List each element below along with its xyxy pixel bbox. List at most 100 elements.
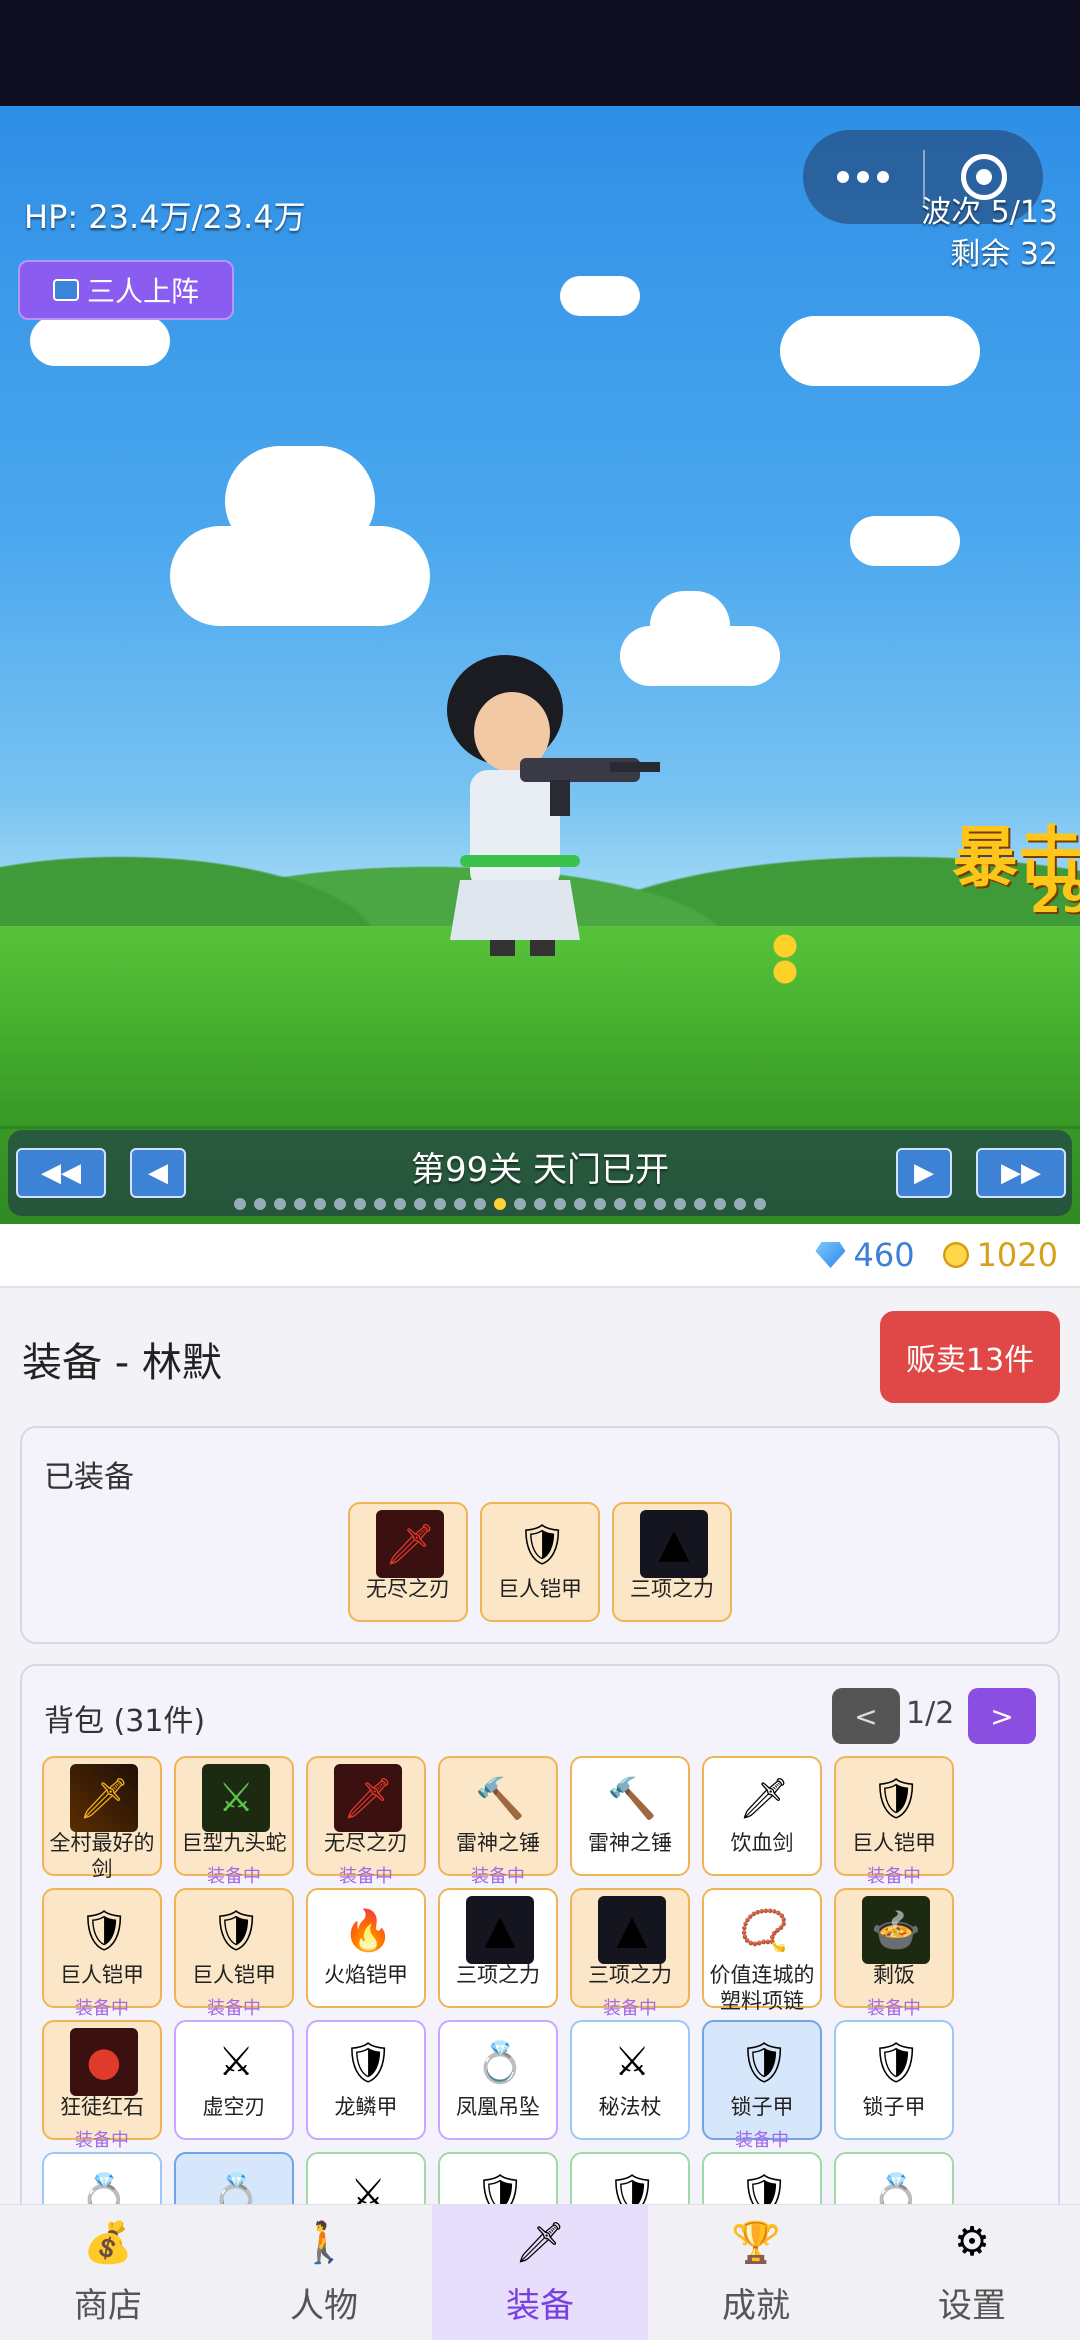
item-slot[interactable]: 📿 价值连城的塑料项链 [702,1888,822,2013]
level-dot[interactable] [734,1198,746,1210]
bag-title: 背包 (31件) [44,1704,206,1739]
level-dot[interactable] [574,1198,586,1210]
level-dot[interactable] [514,1198,526,1210]
level-dot[interactable] [474,1198,486,1210]
level-dot[interactable] [694,1198,706,1210]
level-dot[interactable] [434,1198,446,1210]
level-dot[interactable] [394,1198,406,1210]
bag-prev-page-button[interactable]: < [832,1688,900,1744]
next-level-button[interactable]: ▶ [896,1148,952,1198]
item-slot[interactable]: 🛡 锁子甲 [834,2020,954,2140]
level-dot[interactable] [274,1198,286,1210]
item-slot[interactable]: 🗡 无尽之刃 [348,1502,468,1622]
coin-drop [770,934,800,984]
level-dot[interactable] [414,1198,426,1210]
bag-next-page-button[interactable]: > [968,1688,1036,1744]
item-slot[interactable]: ⚔ 巨型九头蛇 装备中 [174,1756,294,1887]
item-name: 火焰铠甲 [324,1963,408,1987]
item-slot[interactable]: 🔨 雷神之锤 [570,1756,690,1876]
cloud [225,446,375,556]
more-icon[interactable] [803,171,923,183]
item-slot[interactable]: 🛡 巨人铠甲 [480,1502,600,1622]
panel-title: 装备 - 林默 [22,1340,222,1386]
item-slot[interactable]: 🛡 巨人铠甲 装备中 [834,1756,954,1887]
level-dot[interactable] [314,1198,326,1210]
trio-deploy-button[interactable]: 三人上阵 [18,260,234,320]
redstone-icon: ● [70,2028,138,2096]
level-dot[interactable] [714,1198,726,1210]
level-dot[interactable] [554,1198,566,1210]
item-slot[interactable]: ⚔ 虚空刃 [174,2020,294,2140]
hydra-icon: ⚔ [202,1764,270,1832]
item-slot[interactable]: 💍 凤凰吊坠 [438,2020,558,2140]
currency-bar: 460 1020 [0,1224,1080,1288]
level-dot[interactable] [294,1198,306,1210]
sell-button[interactable]: 贩卖13件 [880,1311,1060,1403]
item-name: 巨人铠甲 [852,1831,936,1855]
item-name: 虚空刃 [202,2095,266,2119]
tab-label: 成就 [722,2286,790,2326]
level-dot[interactable] [494,1198,506,1210]
diamond-amount: 460 [853,1236,915,1274]
level-dot[interactable] [754,1198,766,1210]
item-slot[interactable]: ▲ 三项之力 [438,1888,558,2008]
blade-icon: 🗡 [334,1764,402,1832]
item-slot[interactable]: 🛡 龙鳞甲 [306,2020,426,2140]
item-slot[interactable]: 🛡 锁子甲 装备中 [702,2020,822,2151]
item-slot[interactable]: 🗡 无尽之刃 装备中 [306,1756,426,1887]
player-character [447,655,660,956]
level-dot[interactable] [634,1198,646,1210]
equipped-tag: 装备中 [471,1866,525,1887]
cloud [850,516,960,566]
item-name: 无尽之刃 [366,1577,450,1601]
item-name: 雷神之锤 [456,1831,540,1855]
level-dot[interactable] [614,1198,626,1210]
item-slot[interactable]: ▲ 三项之力 装备中 [570,1888,690,2019]
level-dot[interactable] [234,1198,246,1210]
item-slot[interactable]: 🍲 剩饭 装备中 [834,1888,954,2019]
tab-1[interactable]: 🚶 人物 [216,2205,432,2340]
tab-4[interactable]: ⚙ 设置 [864,2205,1080,2340]
level-dot[interactable] [674,1198,686,1210]
item-name: 三项之力 [456,1963,540,1987]
item-slot[interactable]: ▲ 三项之力 [612,1502,732,1622]
trio-deploy-label: 三人上阵 [86,275,199,308]
level-dot[interactable] [534,1198,546,1210]
level-dot[interactable] [654,1198,666,1210]
item-slot[interactable]: 🛡 巨人铠甲 装备中 [174,1888,294,2019]
last-level-button[interactable]: ▶▶ [976,1148,1066,1198]
item-name: 秘法杖 [598,2095,662,2119]
wave-info: 波次 5/13 剩余 32 [921,192,1058,276]
trophy-icon: 🏆 [731,2219,781,2266]
equipped-tag: 装备中 [603,1998,657,2019]
tab-2[interactable]: 🗡 装备 [432,2205,648,2340]
item-slot[interactable]: 🛡 巨人铠甲 装备中 [42,1888,162,2019]
tab-3[interactable]: 🏆 成就 [648,2205,864,2340]
item-slot[interactable]: ● 狂徒红石 装备中 [42,2020,162,2151]
item-slot[interactable]: 🗡 全村最好的剑 [42,1756,162,1881]
cloud [560,276,640,316]
item-name: 锁子甲 [730,2095,794,2119]
cloud [650,591,730,661]
tab-label: 人物 [290,2286,358,2326]
crossed-swords-icon: ⚔ [614,2039,650,2085]
level-dot[interactable] [254,1198,266,1210]
bottom-tab-bar: 💰 商店 🚶 人物 🗡 装备 🏆 成就 ⚙ 设置 [0,2204,1080,2340]
crit-damage: 29 [1030,872,1080,923]
shield-icon: 🛡 [342,2039,394,2086]
item-slot[interactable]: 🔨 雷神之锤 装备中 [438,1756,558,1887]
tab-0[interactable]: 💰 商店 [0,2205,216,2340]
bloodsword-icon: 🗡 [738,1775,790,1822]
item-slot[interactable]: 🔥 火焰铠甲 [306,1888,426,2008]
tab-label: 设置 [938,2286,1006,2326]
triforce-icon: ▲ [598,1896,666,1964]
item-slot[interactable]: ⚔ 秘法杖 [570,2020,690,2140]
coin-icon [942,1242,969,1268]
level-dot[interactable] [334,1198,346,1210]
level-dot[interactable] [374,1198,386,1210]
enemies-remaining: 剩余 32 [950,237,1058,272]
level-dot[interactable] [454,1198,466,1210]
level-dot[interactable] [594,1198,606,1210]
item-slot[interactable]: 🗡 饮血剑 [702,1756,822,1876]
level-dot[interactable] [354,1198,366,1210]
